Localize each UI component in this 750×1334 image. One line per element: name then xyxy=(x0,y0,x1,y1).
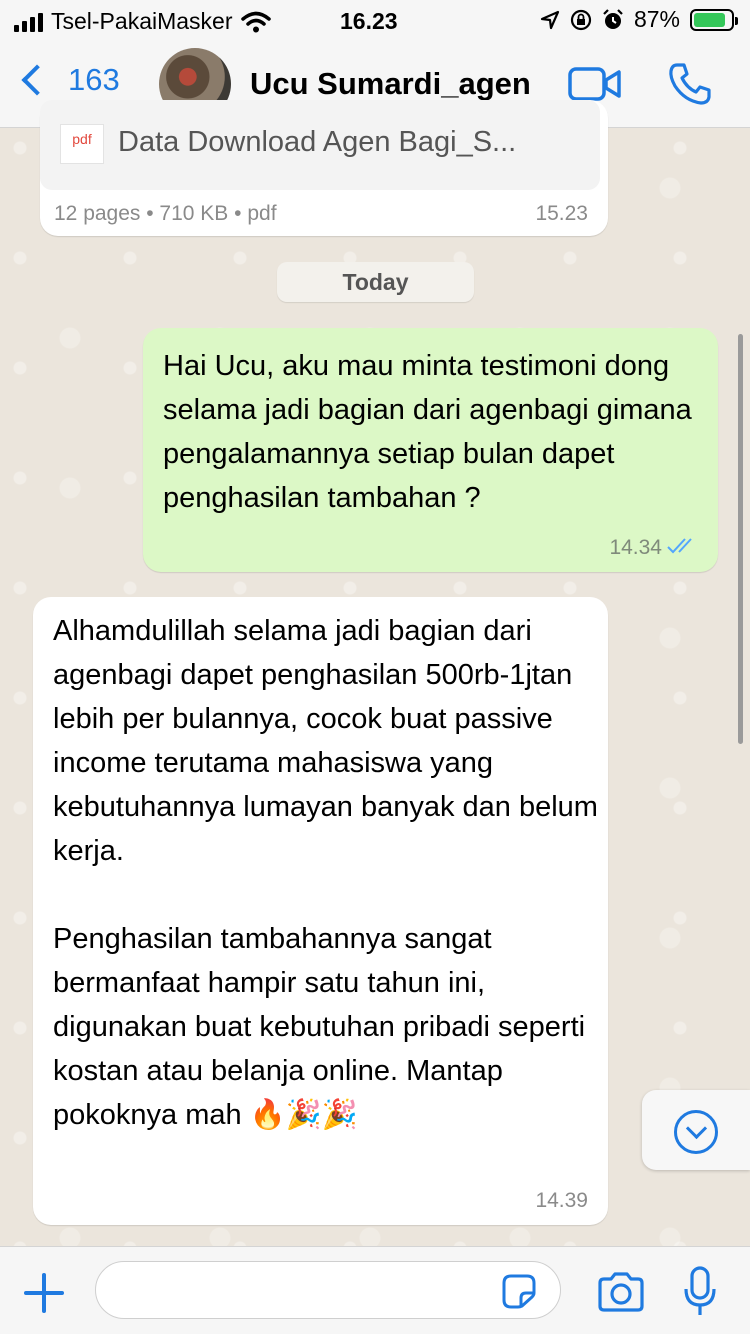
signal-icon xyxy=(14,12,43,32)
composer-bar xyxy=(0,1246,750,1334)
wifi-icon xyxy=(240,11,271,32)
incoming-message[interactable]: Alhamdulillah selama jadi bagian dari ag… xyxy=(33,597,608,1225)
scrollbar[interactable] xyxy=(738,334,743,744)
status-right: 87% xyxy=(540,6,738,33)
alarm-icon xyxy=(603,8,623,29)
scroll-down-button[interactable] xyxy=(642,1090,750,1170)
message-input[interactable] xyxy=(95,1261,561,1319)
message-text: Hai Ucu, aku mau minta testimoni dong se… xyxy=(163,350,692,514)
back-chevron-icon xyxy=(21,64,53,96)
document-message[interactable]: pdf Data Download Agen Bagi_S... 12 page… xyxy=(40,100,608,236)
mic-icon[interactable] xyxy=(682,1265,718,1319)
status-bar: Tsel-PakaiMasker 16.23 87% xyxy=(0,0,750,42)
plus-icon[interactable] xyxy=(22,1271,66,1315)
battery-percent: 87% xyxy=(633,6,680,32)
phone-call-icon[interactable] xyxy=(668,62,712,106)
battery-icon xyxy=(690,8,738,31)
location-icon xyxy=(540,10,560,29)
document-preview[interactable]: pdf Data Download Agen Bagi_S... xyxy=(40,100,600,190)
status-left: Tsel-PakaiMasker xyxy=(14,8,271,35)
carrier-label: Tsel-PakaiMasker xyxy=(51,8,233,34)
lock-rotation-icon xyxy=(570,9,592,30)
video-call-icon[interactable] xyxy=(568,66,622,102)
outgoing-message[interactable]: Hai Ucu, aku mau minta testimoni dong se… xyxy=(143,328,718,572)
document-meta: 12 pages • 710 KB • pdf xyxy=(54,202,277,225)
scroll-down-icon xyxy=(674,1110,718,1154)
read-ticks-icon xyxy=(667,538,692,554)
clock: 16.23 xyxy=(340,8,398,34)
message-time: 14.39 xyxy=(535,1189,588,1212)
back-button[interactable]: 163 xyxy=(16,62,120,98)
message-time: 15.23 xyxy=(535,202,588,225)
date-separator: Today xyxy=(277,262,474,302)
camera-icon[interactable] xyxy=(596,1271,646,1313)
pdf-icon: pdf xyxy=(60,124,104,164)
unread-count: 163 xyxy=(68,62,120,97)
message-time: 14.34 xyxy=(609,536,662,559)
message-text: Alhamdulillah selama jadi bagian dari ag… xyxy=(53,615,598,1131)
contact-name[interactable]: Ucu Sumardi_agen xyxy=(250,66,531,102)
document-name: Data Download Agen Bagi_S... xyxy=(118,126,517,158)
sticker-icon[interactable] xyxy=(500,1273,538,1309)
